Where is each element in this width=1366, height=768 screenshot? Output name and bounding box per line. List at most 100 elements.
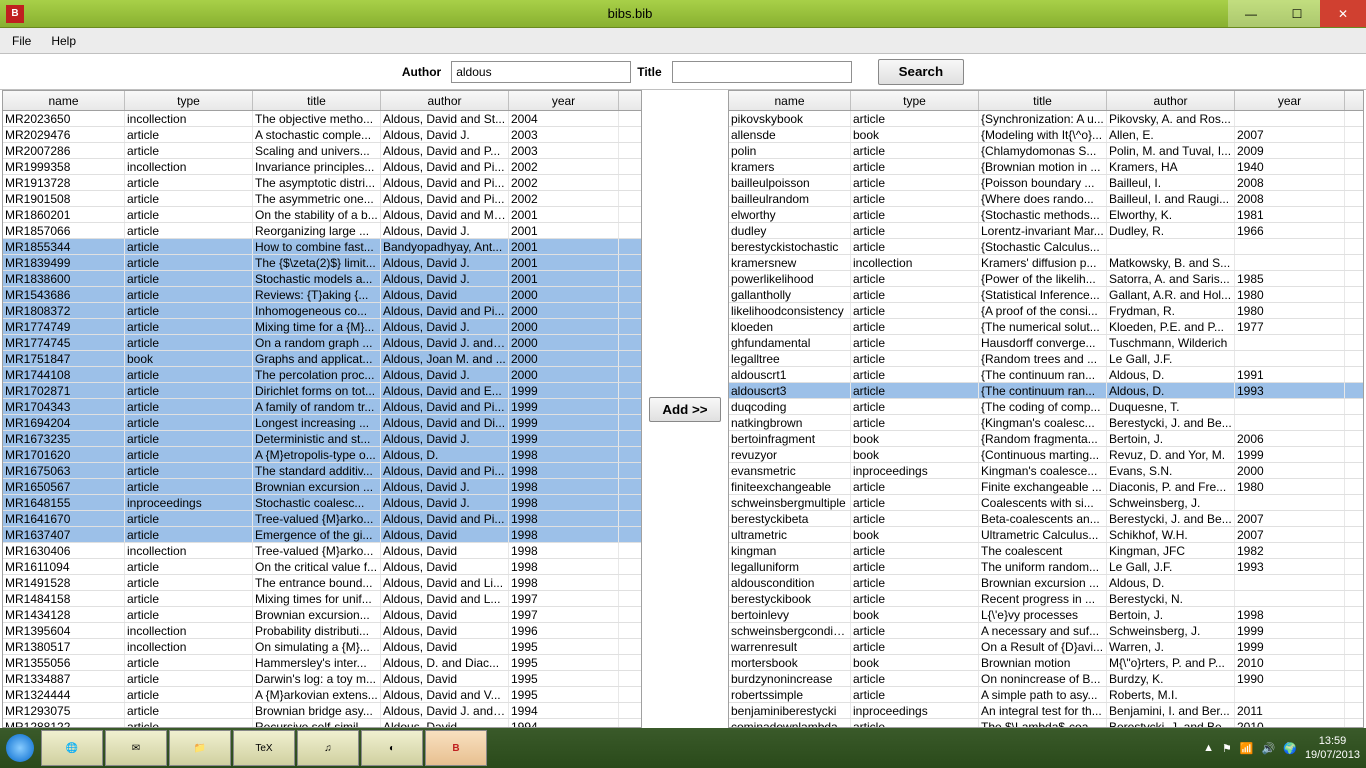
- table-row[interactable]: MR1913728articleThe asymptotic distri...…: [3, 175, 641, 191]
- table-row[interactable]: MR1855344articleHow to combine fast...Ba…: [3, 239, 641, 255]
- table-row[interactable]: MR1324444articleA {M}arkovian extens...A…: [3, 687, 641, 703]
- table-row[interactable]: MR1839499articleThe {$\zeta(2)$} limit..…: [3, 255, 641, 271]
- table-row[interactable]: MR1434128articleBrownian excursion...Ald…: [3, 607, 641, 623]
- table-row[interactable]: mortersbookbookBrownian motionM{\"o}rter…: [729, 655, 1363, 671]
- table-row[interactable]: pikovskybookarticle{Synchronization: A u…: [729, 111, 1363, 127]
- task-chrome[interactable]: 🌐: [41, 730, 103, 766]
- table-row[interactable]: warrenresultarticleOn a Result of {D}avi…: [729, 639, 1363, 655]
- minimize-button[interactable]: —: [1228, 0, 1274, 27]
- taskbar[interactable]: 🌐 ✉ 📁 TeX ♫ ◐ B ▲ ⚑ 📶 🔊 🌍 13:59 19/07/20…: [0, 728, 1366, 768]
- add-button[interactable]: Add >>: [649, 397, 720, 422]
- table-row[interactable]: aldouscrt3article{The continuum ran...Al…: [729, 383, 1363, 399]
- table-row[interactable]: finiteexchangeablearticleFinite exchange…: [729, 479, 1363, 495]
- table-row[interactable]: kloedenarticle{The numerical solut...Klo…: [729, 319, 1363, 335]
- tray-flag-icon[interactable]: ⚑: [1222, 742, 1232, 755]
- col-type[interactable]: type: [125, 91, 253, 110]
- table-row[interactable]: MR1774749articleMixing time for a {M}...…: [3, 319, 641, 335]
- table-row[interactable]: MR1675063articleThe standard additiv...A…: [3, 463, 641, 479]
- col-name[interactable]: name: [729, 91, 851, 110]
- table-row[interactable]: MR1395604incollectionProbability distrib…: [3, 623, 641, 639]
- table-row[interactable]: duqcodingarticle{The coding of comp...Du…: [729, 399, 1363, 415]
- table-row[interactable]: MR2023650incollectionThe objective metho…: [3, 111, 641, 127]
- task-eclipse[interactable]: ◐: [361, 730, 423, 766]
- table-row[interactable]: MR1751847bookGraphs and applicat...Aldou…: [3, 351, 641, 367]
- table-row[interactable]: MR1744108articleThe percolation proc...A…: [3, 367, 641, 383]
- table-row[interactable]: berestyckibookarticleRecent progress in …: [729, 591, 1363, 607]
- close-button[interactable]: ✕: [1320, 0, 1366, 27]
- table-row[interactable]: MR1857066articleReorganizing large ...Al…: [3, 223, 641, 239]
- table-row[interactable]: MR1650567articleBrownian excursion ...Al…: [3, 479, 641, 495]
- table-row[interactable]: MR1694204articleLongest increasing ...Al…: [3, 415, 641, 431]
- title-input[interactable]: [672, 61, 852, 83]
- system-tray[interactable]: ▲ ⚑ 📶 🔊 🌍 13:59 19/07/2013: [1203, 734, 1360, 762]
- table-row[interactable]: kramersnewincollectionKramers' diffusion…: [729, 255, 1363, 271]
- table-row[interactable]: MR1702871articleDirichlet forms on tot..…: [3, 383, 641, 399]
- table-row[interactable]: legalltreearticle{Random trees and ...Le…: [729, 351, 1363, 367]
- left-table-body[interactable]: MR2023650incollectionThe objective metho…: [3, 111, 641, 727]
- table-row[interactable]: MR1334887articleDarwin's log: a toy m...…: [3, 671, 641, 687]
- table-row[interactable]: kingmanarticleThe coalescentKingman, JFC…: [729, 543, 1363, 559]
- table-row[interactable]: MR1999358incollectionInvariance principl…: [3, 159, 641, 175]
- table-row[interactable]: MR1630406incollectionTree-valued {M}arko…: [3, 543, 641, 559]
- table-row[interactable]: legalluniformarticleThe uniform random..…: [729, 559, 1363, 575]
- menu-file[interactable]: File: [4, 30, 39, 52]
- col-year[interactable]: year: [1235, 91, 1345, 110]
- table-row[interactable]: schweinsbergmultiplearticleCoalescents w…: [729, 495, 1363, 511]
- table-row[interactable]: polinarticle{Chlamydomonas S...Polin, M.…: [729, 143, 1363, 159]
- table-row[interactable]: aldouscrt1article{The continuum ran...Al…: [729, 367, 1363, 383]
- col-year[interactable]: year: [509, 91, 619, 110]
- table-row[interactable]: MR1838600articleStochastic models a...Al…: [3, 271, 641, 287]
- col-title[interactable]: title: [253, 91, 381, 110]
- table-row[interactable]: dudleyarticleLorentz-invariant Mar...Dud…: [729, 223, 1363, 239]
- table-row[interactable]: bertoinfragmentbook{Random fragmenta...B…: [729, 431, 1363, 447]
- table-row[interactable]: MR1380517incollectionOn simulating a {M}…: [3, 639, 641, 655]
- col-name[interactable]: name: [3, 91, 125, 110]
- table-row[interactable]: MR1860201articleOn the stability of a b.…: [3, 207, 641, 223]
- table-row[interactable]: powerlikelihoodarticle{Power of the like…: [729, 271, 1363, 287]
- table-row[interactable]: aldousconditionarticleBrownian excursion…: [729, 575, 1363, 591]
- col-author[interactable]: author: [1107, 91, 1235, 110]
- table-row[interactable]: kramersarticle{Brownian motion in ...Kra…: [729, 159, 1363, 175]
- table-row[interactable]: robertssimplearticleA simple path to asy…: [729, 687, 1363, 703]
- col-type[interactable]: type: [851, 91, 979, 110]
- maximize-button[interactable]: ☐: [1274, 0, 1320, 27]
- table-row[interactable]: MR1673235articleDeterministic and st...A…: [3, 431, 641, 447]
- task-spotify[interactable]: ♫: [297, 730, 359, 766]
- menu-help[interactable]: Help: [43, 30, 84, 52]
- table-row[interactable]: MR1774745articleOn a random graph ...Ald…: [3, 335, 641, 351]
- table-row[interactable]: gallanthollyarticle{Statistical Inferenc…: [729, 287, 1363, 303]
- tray-up-icon[interactable]: ▲: [1203, 742, 1214, 754]
- table-row[interactable]: MR1637407articleEmergence of the gi...Al…: [3, 527, 641, 543]
- tray-sound-icon[interactable]: 🔊: [1262, 742, 1276, 755]
- table-row[interactable]: MR1355056articleHammersley's inter...Ald…: [3, 655, 641, 671]
- tray-globe-icon[interactable]: 🌍: [1283, 742, 1297, 755]
- table-row[interactable]: MR2029476articleA stochastic comple...Al…: [3, 127, 641, 143]
- table-row[interactable]: MR1293075articleBrownian bridge asy...Al…: [3, 703, 641, 719]
- table-row[interactable]: natkingbrownarticle{Kingman's coalesc...…: [729, 415, 1363, 431]
- table-row[interactable]: MR1543686articleReviews: {T}aking {...Al…: [3, 287, 641, 303]
- right-table-body[interactable]: pikovskybookarticle{Synchronization: A u…: [729, 111, 1363, 727]
- table-row[interactable]: burdzynonincreasearticleOn nonincrease o…: [729, 671, 1363, 687]
- table-row[interactable]: bailleulpoissonarticle{Poisson boundary …: [729, 175, 1363, 191]
- table-row[interactable]: MR1648155inproceedingsStochastic coalesc…: [3, 495, 641, 511]
- table-row[interactable]: evansmetricinproceedingsKingman's coales…: [729, 463, 1363, 479]
- table-row[interactable]: allensdebook{Modeling with It{\^o}...All…: [729, 127, 1363, 143]
- table-row[interactable]: MR1491528articleThe entrance bound...Ald…: [3, 575, 641, 591]
- table-row[interactable]: ultrametricbookUltrametric Calculus...Sc…: [729, 527, 1363, 543]
- clock[interactable]: 13:59 19/07/2013: [1305, 734, 1360, 762]
- table-row[interactable]: berestyckibetaarticleBeta-coalescents an…: [729, 511, 1363, 527]
- task-thunderbird[interactable]: ✉: [105, 730, 167, 766]
- table-row[interactable]: MR1704343articleA family of random tr...…: [3, 399, 641, 415]
- table-row[interactable]: MR1808372articleInhomogeneous co...Aldou…: [3, 303, 641, 319]
- table-row[interactable]: elworthyarticle{Stochastic methods...Elw…: [729, 207, 1363, 223]
- table-row[interactable]: bertoinlevybookL{\'e}vy processesBertoin…: [729, 607, 1363, 623]
- table-row[interactable]: benjaminiberestyckiinproceedingsAn integ…: [729, 703, 1363, 719]
- table-row[interactable]: cominadownlambdaarticleThe $\Lambda$-coa…: [729, 719, 1363, 727]
- table-row[interactable]: MR1901508articleThe asymmetric one...Ald…: [3, 191, 641, 207]
- table-row[interactable]: likelihoodconsistencyarticle{A proof of …: [729, 303, 1363, 319]
- search-button[interactable]: Search: [878, 59, 964, 85]
- table-row[interactable]: MR1641670articleTree-valued {M}arko...Al…: [3, 511, 641, 527]
- table-row[interactable]: ghfundamentalarticleHausdorff converge..…: [729, 335, 1363, 351]
- table-row[interactable]: revuzyorbook{Continuous marting...Revuz,…: [729, 447, 1363, 463]
- col-author[interactable]: author: [381, 91, 509, 110]
